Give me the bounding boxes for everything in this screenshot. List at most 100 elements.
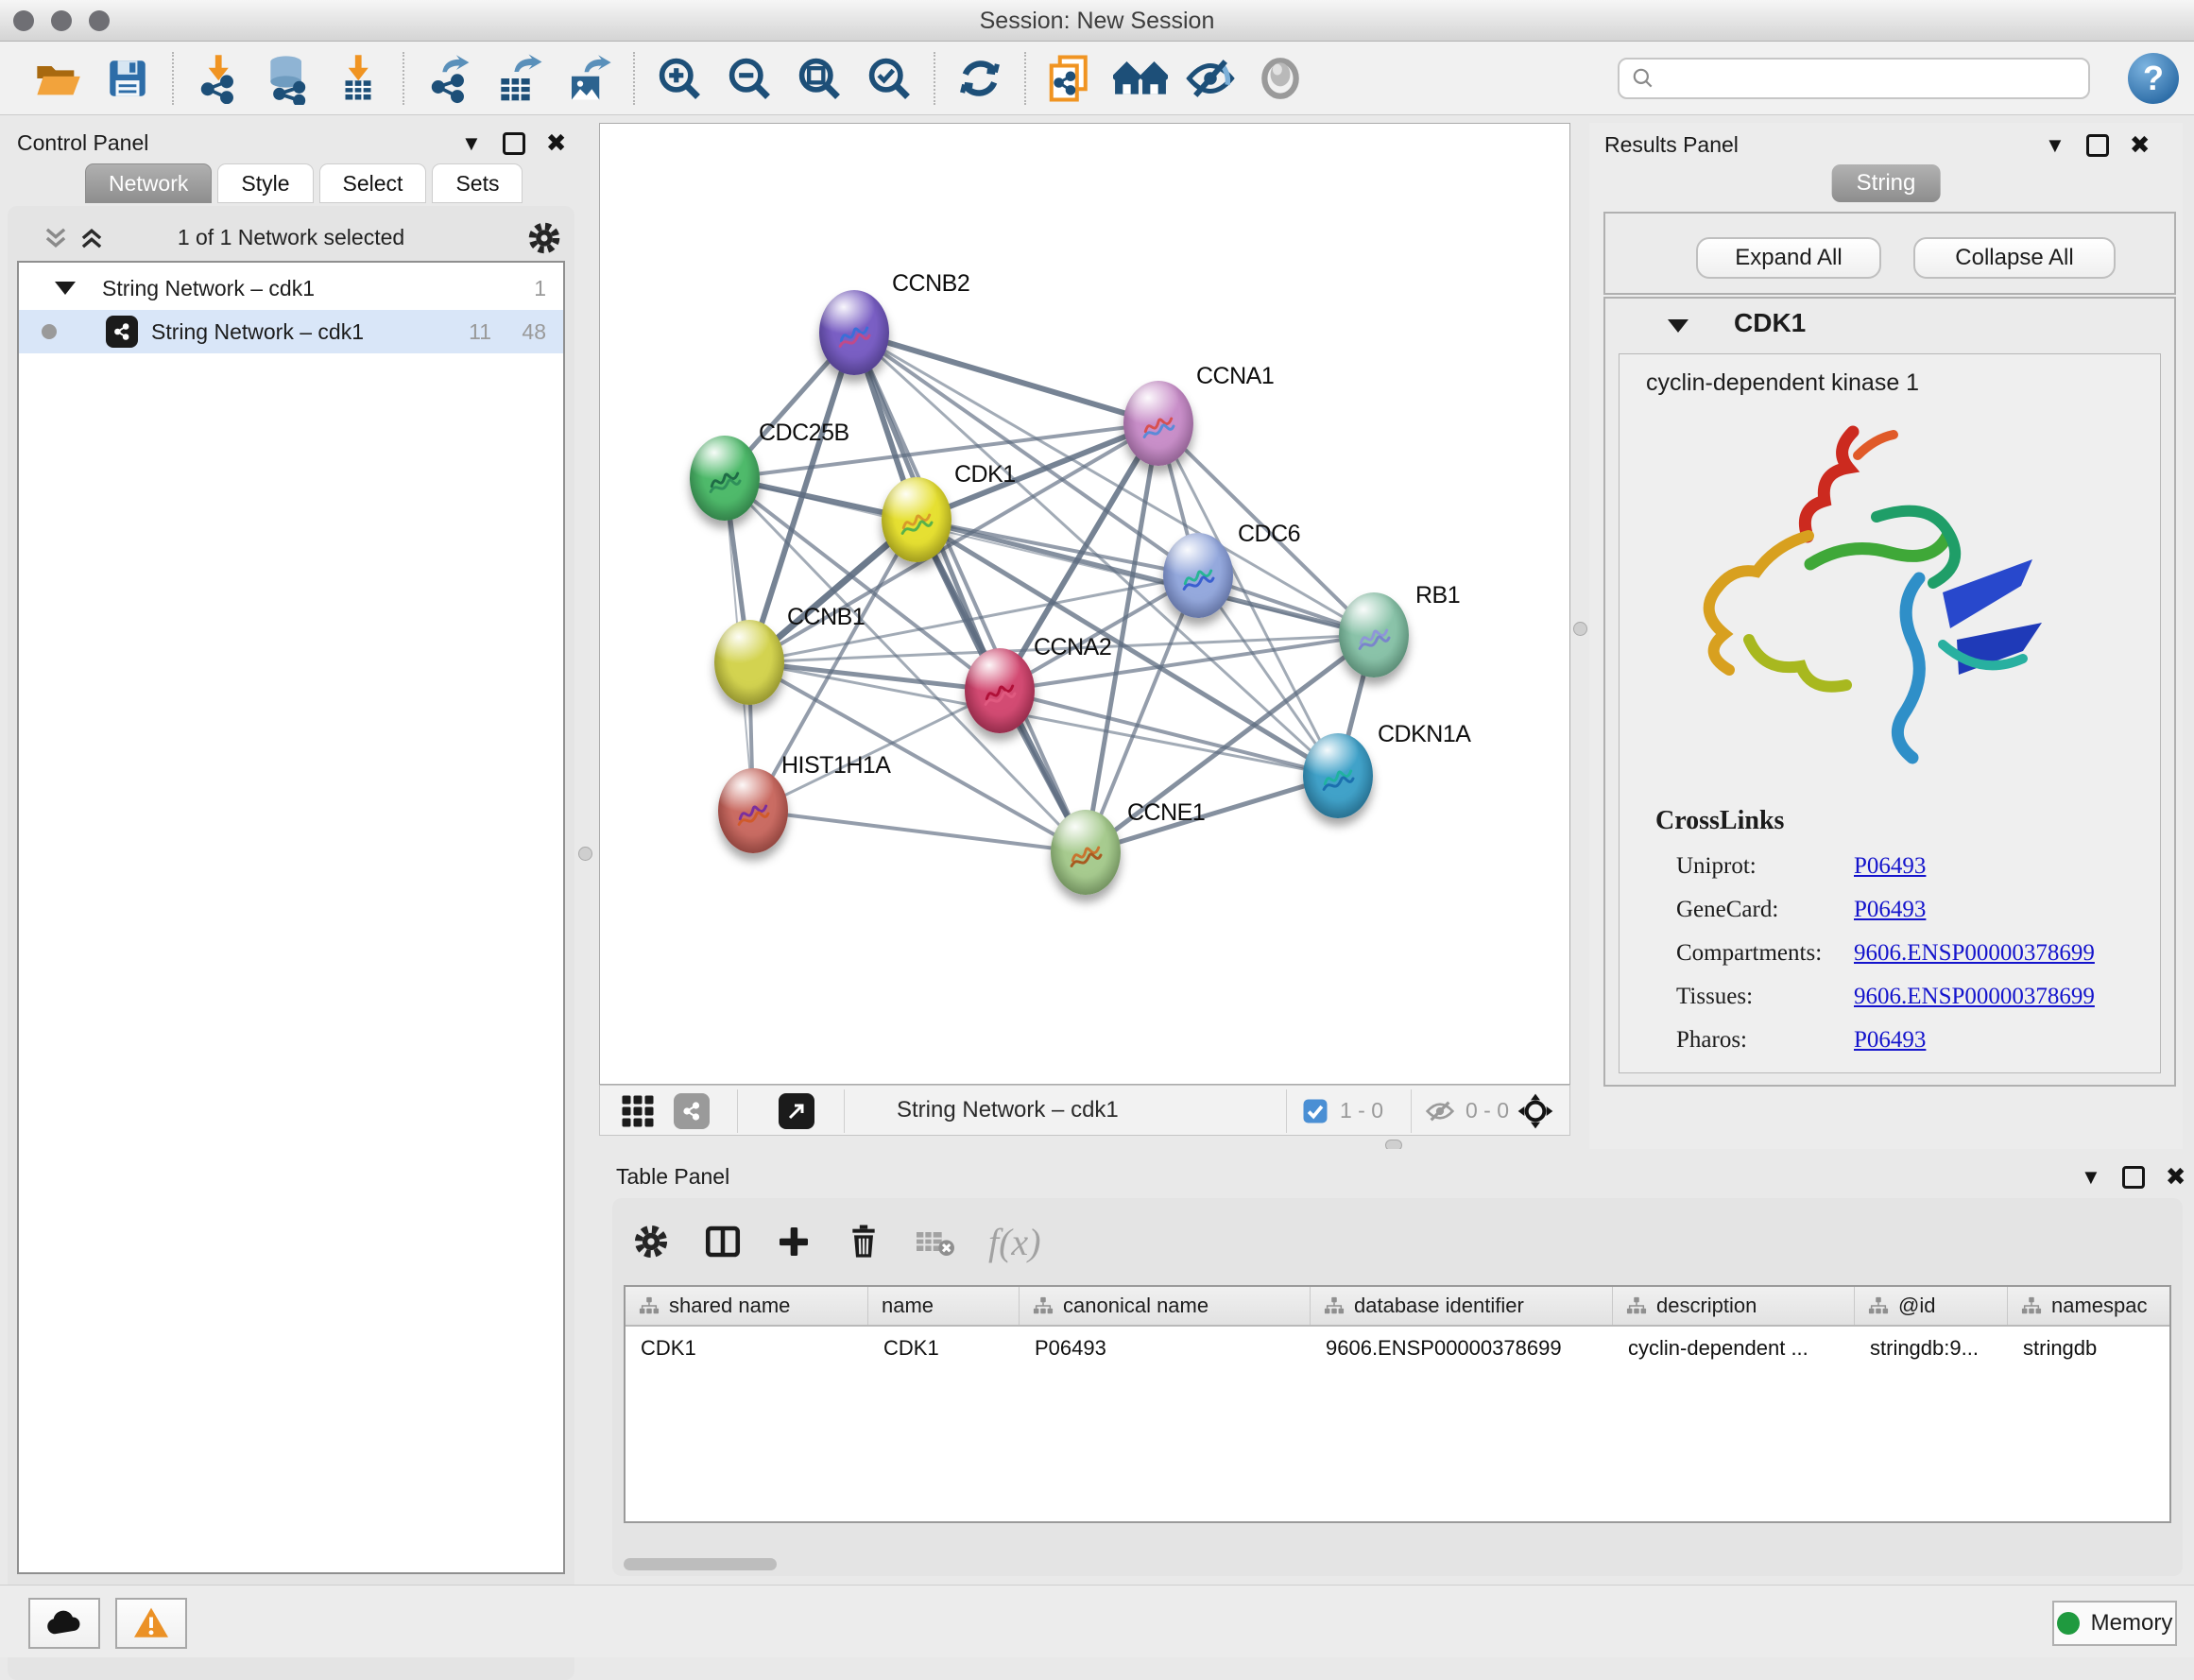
panel-menu-icon[interactable]: ▼ <box>2081 1165 2101 1190</box>
horizontal-scrollbar[interactable] <box>624 1558 777 1570</box>
detach-view-icon[interactable] <box>779 1093 814 1129</box>
table-row[interactable]: CDK1CDK1P064939606.ENSP00000378699cyclin… <box>626 1327 2169 1370</box>
tab-style[interactable]: Style <box>217 163 313 203</box>
panel-menu-icon[interactable]: ▼ <box>461 131 482 156</box>
float-panel-icon[interactable] <box>2122 1166 2145 1189</box>
right-splitter-handle[interactable] <box>1573 622 1587 636</box>
table-cell[interactable]: CDK1 <box>626 1327 868 1370</box>
import-network-database-icon[interactable] <box>259 49 317 108</box>
export-image-icon[interactable] <box>559 49 618 108</box>
crosslink-link[interactable]: 9606.ENSP00000378699 <box>1854 940 2095 967</box>
help-icon[interactable]: ? <box>2128 53 2179 104</box>
table-cell[interactable]: cyclin-dependent ... <box>1613 1327 1855 1370</box>
collection-expand-icon[interactable] <box>55 282 76 295</box>
selected-checkbox-icon[interactable] <box>1301 1097 1329 1125</box>
close-panel-icon[interactable]: ✖ <box>2166 1162 2186 1191</box>
save-session-icon[interactable] <box>98 49 157 108</box>
network-node-CDC25B[interactable] <box>690 436 760 521</box>
network-node-CCNA1[interactable] <box>1123 381 1193 466</box>
function-builder-icon[interactable]: f(x) <box>988 1220 1041 1264</box>
column-header--id[interactable]: @id <box>1855 1287 2008 1325</box>
table-cell[interactable]: P06493 <box>1020 1327 1311 1370</box>
gear-icon[interactable] <box>525 219 563 257</box>
table-cell[interactable]: stringdb <box>2008 1327 2171 1370</box>
network-node-CCNB1[interactable] <box>714 620 784 705</box>
column-header-description[interactable]: description <box>1613 1287 1855 1325</box>
expand-all-button[interactable]: Expand All <box>1696 237 1881 279</box>
network-node-CCNB2[interactable] <box>819 290 889 375</box>
column-header-database-identifier[interactable]: database identifier <box>1311 1287 1613 1325</box>
float-panel-icon[interactable] <box>503 132 525 155</box>
string-view-icon[interactable] <box>674 1093 710 1129</box>
network-node-CCNA2[interactable] <box>965 648 1035 733</box>
table-cell[interactable]: 9606.ENSP00000378699 <box>1311 1327 1613 1370</box>
network-edge[interactable] <box>854 333 1158 423</box>
close-panel-icon[interactable]: ✖ <box>2130 130 2151 160</box>
export-network-icon[interactable] <box>420 49 478 108</box>
network-edge[interactable] <box>753 691 1000 811</box>
table-cell[interactable]: stringdb:9... <box>1855 1327 2008 1370</box>
zoom-out-icon[interactable] <box>720 49 779 108</box>
crosslink-link[interactable]: P06493 <box>1854 897 1926 923</box>
grid-view-icon[interactable] <box>621 1094 655 1128</box>
tab-select[interactable]: Select <box>319 163 427 203</box>
crosslink-link[interactable]: P06493 <box>1854 1027 1926 1054</box>
network-node-HIST1H1A[interactable] <box>718 768 788 853</box>
collapse-entry-icon[interactable] <box>1668 319 1688 333</box>
column-header-name[interactable]: name <box>868 1287 1020 1325</box>
hide-selection-icon[interactable] <box>1181 49 1240 108</box>
search-input[interactable] <box>1618 58 2090 99</box>
crosslink-link[interactable]: 9606.ENSP00000378699 <box>1854 984 2095 1010</box>
delete-table-icon[interactable] <box>915 1223 956 1260</box>
network-edge[interactable] <box>1086 776 1338 852</box>
close-panel-icon[interactable]: ✖ <box>546 129 567 158</box>
network-row-selected[interactable]: String Network – cdk1 11 48 <box>19 310 563 353</box>
panel-menu-icon[interactable]: ▼ <box>2045 133 2065 158</box>
float-panel-icon[interactable] <box>2086 134 2109 157</box>
column-header-shared-name[interactable]: shared name <box>626 1287 868 1325</box>
zoom-in-icon[interactable] <box>650 49 709 108</box>
gene-header[interactable]: CDK1 <box>1605 299 2174 353</box>
show-all-icon[interactable] <box>1251 49 1310 108</box>
warning-button[interactable] <box>115 1598 187 1649</box>
column-header-namespac[interactable]: namespac <box>2008 1287 2171 1325</box>
node-label-CCNA1: CCNA1 <box>1196 363 1274 390</box>
protein-structure-thumb <box>894 500 939 545</box>
network-node-CDK1[interactable] <box>882 477 951 562</box>
table-cell[interactable]: CDK1 <box>868 1327 1020 1370</box>
birdseye-view-icon[interactable] <box>1517 1092 1554 1130</box>
first-neighbors-icon[interactable] <box>1111 49 1170 108</box>
collapse-all-button[interactable]: Collapse All <box>1913 237 2116 279</box>
network-node-RB1[interactable] <box>1339 592 1409 677</box>
search-field[interactable] <box>1655 66 2062 91</box>
cloud-button[interactable] <box>28 1598 100 1649</box>
memory-button[interactable]: Memory <box>2052 1601 2177 1646</box>
show-columns-icon[interactable] <box>703 1222 743 1261</box>
crosslink-link[interactable]: P06493 <box>1854 853 1926 880</box>
network-node-CDC6[interactable] <box>1163 533 1233 618</box>
network-node-CCNE1[interactable] <box>1051 810 1121 895</box>
network-edge[interactable] <box>753 811 1086 852</box>
gear-icon[interactable] <box>631 1222 671 1261</box>
network-node-CDKN1A[interactable] <box>1303 733 1373 818</box>
column-header-canonical-name[interactable]: canonical name <box>1020 1287 1311 1325</box>
import-network-icon[interactable] <box>189 49 248 108</box>
import-table-icon[interactable] <box>329 49 387 108</box>
zoom-fit-icon[interactable] <box>790 49 848 108</box>
network-collection-row[interactable]: String Network – cdk1 1 <box>19 266 563 310</box>
protein-structure-thumb <box>1063 832 1108 878</box>
zoom-selected-icon[interactable] <box>860 49 918 108</box>
tab-sets[interactable]: Sets <box>432 163 523 203</box>
tab-network[interactable]: Network <box>85 163 212 203</box>
export-table-icon[interactable] <box>489 49 548 108</box>
delete-column-icon[interactable] <box>845 1223 883 1260</box>
network-canvas[interactable]: CCNB2CCNA1CDC25BCDK1CDC6RB1CCNB1CCNA2CDK… <box>599 123 1570 1085</box>
clone-network-icon[interactable] <box>1041 49 1100 108</box>
hidden-eye-icon[interactable] <box>1424 1096 1456 1126</box>
add-column-icon[interactable] <box>775 1223 813 1260</box>
open-session-icon[interactable] <box>28 49 87 108</box>
left-splitter-handle[interactable] <box>578 847 592 861</box>
refresh-icon[interactable] <box>951 49 1009 108</box>
tab-string[interactable]: String <box>1832 164 1941 202</box>
node-table[interactable]: shared namenamecanonical namedatabase id… <box>624 1285 2171 1523</box>
